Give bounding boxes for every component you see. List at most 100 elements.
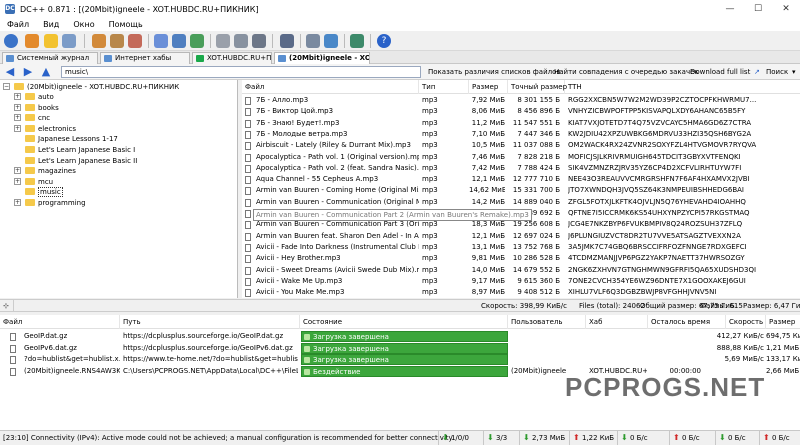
file-type: mp3 — [422, 175, 438, 184]
favorites-star-icon[interactable] — [44, 34, 58, 48]
file-row[interactable]: Aqua Channel - 55 Cepheus A.mp3 mp3 12,1 М… — [242, 174, 800, 185]
file-icon — [245, 97, 251, 105]
plugins-icon[interactable] — [350, 34, 364, 48]
tree-item[interactable]: + mcu — [14, 177, 234, 187]
reconnect-icon[interactable] — [25, 34, 39, 48]
tree-item[interactable]: + electronics — [14, 124, 234, 134]
tab-public-hubs[interactable]: Интернет хабы — [100, 52, 190, 64]
tree-item[interactable]: + auto — [14, 92, 234, 102]
notepad-icon[interactable] — [280, 34, 294, 48]
col-file-header[interactable]: Файл — [0, 315, 120, 329]
tree-item[interactable]: Let's Learn Japanese Basic II — [14, 156, 234, 166]
col-size-header[interactable]: Размер — [469, 80, 508, 94]
file-name: Armin van Buuren - Coming Home (Original… — [256, 186, 419, 195]
file-type: mp3 — [422, 197, 438, 206]
col-user-header[interactable]: Пользователь — [508, 315, 586, 329]
file-type: mp3 — [422, 152, 438, 161]
own-filelist-icon[interactable] — [234, 34, 248, 48]
show-diff-button[interactable]: Показать различия списков файлов — [428, 64, 561, 80]
close-button[interactable]: ✕ — [772, 0, 800, 18]
file-row[interactable]: 7Б - Молодые ветра.mp3 mp3 7,10 МиБ 7 447 3… — [242, 129, 800, 140]
transfer-row[interactable]: GeoIP.dat.gz https://dcplusplus.sourcefor… — [0, 331, 800, 342]
file-row[interactable]: Avicii - Fade Into Darkness (Instrumenta… — [242, 242, 800, 253]
col-tth-header[interactable]: TTH — [565, 80, 800, 94]
file-row[interactable]: Armin van Buuren feat. Sharon Den Adel -… — [242, 231, 800, 242]
tree-item[interactable]: + programming — [14, 198, 234, 208]
spy-icon[interactable] — [190, 34, 204, 48]
tree-item[interactable]: + cnc — [14, 113, 234, 123]
file-row[interactable]: Apocalyptica - Path vol. 2 (feat. Sandra… — [242, 163, 800, 174]
file-tth: VNHYZICBWPOFTPP5KISVAPQLXDY6AHANC65B5FY — [568, 107, 746, 116]
find-matches-button[interactable]: Найти совпадения с очередью закачек — [554, 64, 699, 80]
network-stats-icon[interactable] — [324, 34, 338, 48]
expand-icon[interactable]: + — [14, 177, 21, 185]
transfer-row[interactable]: ?do=hublist&get=hublist.x... https://www.… — [0, 354, 800, 365]
settings-icon[interactable] — [306, 34, 320, 48]
tab-filelist[interactable]: (20Mbit)igneele - XO... — [274, 52, 370, 64]
tab-system-log[interactable]: Системный журнал — [2, 52, 98, 64]
downloaded-total-value: 2,73 МиБ — [531, 434, 566, 442]
finished-downloads-icon[interactable] — [110, 34, 124, 48]
col-path-header[interactable]: Путь — [120, 315, 300, 329]
col-type-header[interactable]: Тип — [419, 80, 469, 94]
chevron-down-icon[interactable]: ▾ — [792, 64, 796, 80]
col-status-header[interactable]: Состояние — [300, 315, 508, 329]
search-button[interactable]: Поиск — [766, 64, 788, 80]
col-time-left-header[interactable]: Осталось время — [648, 315, 726, 329]
collapse-icon[interactable]: − — [3, 83, 10, 90]
open-filelist-icon[interactable] — [216, 34, 230, 48]
expand-icon[interactable]: + — [14, 114, 21, 122]
menu-view[interactable]: Вид — [36, 20, 66, 29]
connect-icon[interactable] — [4, 34, 18, 48]
transfer-row[interactable]: GeoIPv6.dat.gz https://dcplusplus.sourcef… — [0, 342, 800, 354]
expand-icon[interactable]: + — [14, 199, 21, 206]
file-type: mp3 — [422, 107, 438, 116]
path-input[interactable] — [61, 66, 421, 78]
expand-icon[interactable]: + — [14, 124, 21, 132]
tree-item[interactable]: Japanese Lessons 1-17 — [14, 134, 234, 144]
expand-icon[interactable]: + — [14, 93, 21, 100]
col-hub-header[interactable]: Хаб — [586, 315, 648, 329]
file-exact-size: 11 547 551 Б — [512, 118, 560, 127]
up-arrow-icon[interactable]: ▲ — [40, 66, 52, 78]
back-arrow-icon[interactable]: ◀ — [4, 66, 16, 78]
minimize-button[interactable]: — — [716, 0, 744, 18]
waiting-users-icon[interactable] — [128, 34, 142, 48]
help-icon[interactable]: ? — [377, 34, 391, 48]
col-speed-header[interactable]: Скорость — [726, 315, 766, 329]
menu-file[interactable]: Файл — [0, 20, 36, 29]
match-queue-icon[interactable] — [252, 34, 266, 48]
tree-item[interactable]: + books — [14, 103, 234, 113]
queue-icon[interactable] — [92, 34, 106, 48]
forward-arrow-icon[interactable]: ▶ — [22, 66, 34, 78]
file-row[interactable]: Avicii - Hey Brother.mp3 mp3 9,81 МиБ 10 28… — [242, 253, 800, 264]
file-row[interactable]: 7Б - Алло.mp3 mp3 7,92 МиБ 8 301 155 Б RGG2X… — [242, 95, 800, 106]
file-icon — [245, 130, 251, 139]
favorite-users-icon[interactable] — [62, 34, 76, 48]
menu-help[interactable]: Помощь — [102, 20, 150, 29]
file-row[interactable]: Armin van Buuren - Communication (Origin… — [242, 197, 800, 208]
file-row[interactable]: Avicii - You Make Me.mp3 mp3 8,97 МиБ 9 408… — [242, 287, 800, 298]
file-row[interactable]: 7Б - Знаю! Будет!.mp3 mp3 11,2 МиБ 11 547 5… — [242, 118, 800, 129]
file-row[interactable]: Airbiscuit - Lately (Riley & Durrant Mix… — [242, 140, 800, 151]
tab-hub[interactable]: XOT.HUBDC.RU+ПИКНИК — [192, 52, 272, 64]
maximize-button[interactable]: ☐ — [744, 0, 772, 18]
menu-window[interactable]: Окно — [66, 20, 101, 29]
expand-icon[interactable]: + — [14, 167, 21, 175]
file-row[interactable]: Avicii - Wake Me Up.mp3 mp3 9,17 МиБ 9 615 … — [242, 276, 800, 287]
file-row[interactable]: Armin van Buuren - Coming Home (Original… — [242, 185, 800, 196]
download-rate-value: 0 Б/с — [629, 434, 648, 442]
col-name-header[interactable]: Файл — [242, 80, 419, 94]
col-size-header[interactable]: Размер — [766, 315, 800, 329]
search-icon[interactable] — [154, 34, 168, 48]
file-row[interactable]: Apocalyptica - Path vol. 1 (Original ver… — [242, 152, 800, 163]
col-exact-size-header[interactable]: Точный размер — [508, 80, 567, 94]
tree-item[interactable]: music — [14, 187, 234, 198]
tree-item[interactable]: + magazines — [14, 166, 234, 176]
adl-search-icon[interactable] — [172, 34, 186, 48]
file-row[interactable]: 7Б - Виктор Цой.mp3 mp3 8,06 МиБ 8 456 896 … — [242, 106, 800, 117]
expand-icon[interactable]: + — [14, 103, 21, 111]
download-full-list-button[interactable]: Download full list — [690, 64, 750, 80]
file-row[interactable]: Avicii - Sweet Dreams (Avicii Swede Dub … — [242, 265, 800, 276]
tree-item[interactable]: Let's Learn Japanese Basic I — [14, 145, 234, 155]
